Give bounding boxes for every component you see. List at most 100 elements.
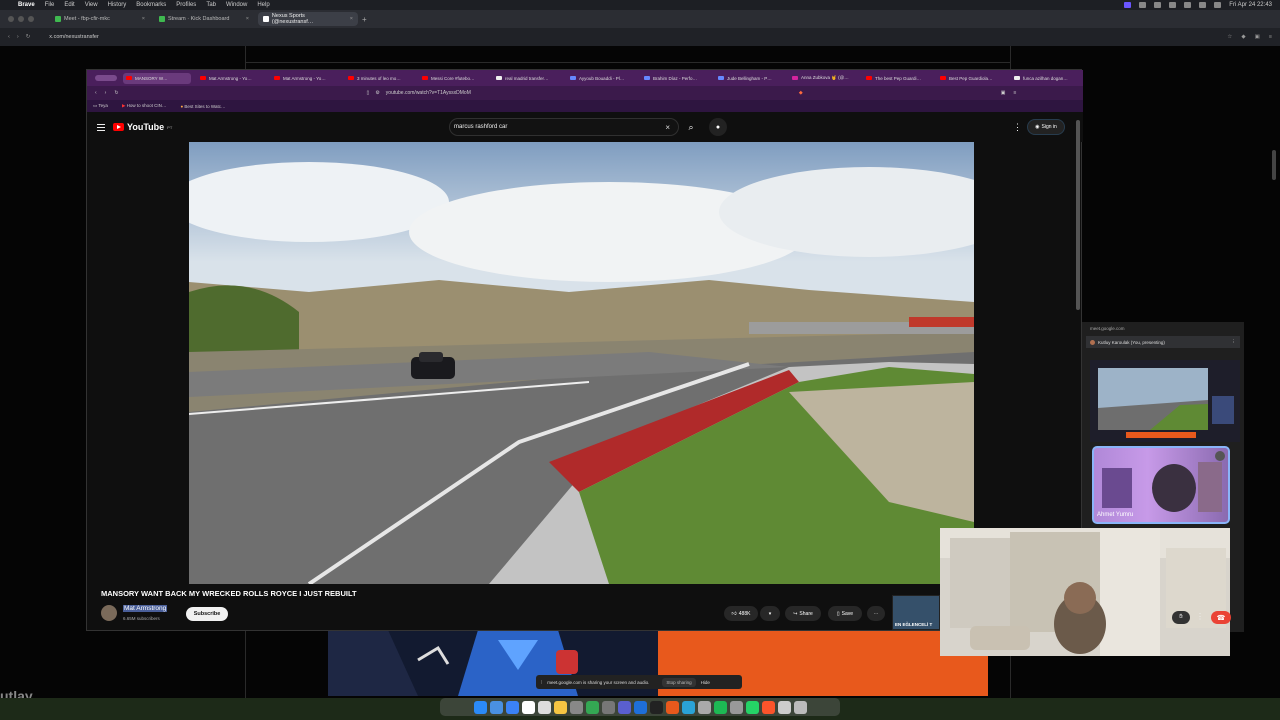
screen-share-icon[interactable]	[1124, 2, 1132, 8]
hide-button[interactable]: Hide	[701, 680, 710, 685]
menu-profiles[interactable]: Profiles	[176, 2, 196, 8]
menu-bookmarks[interactable]: Bookmarks	[136, 2, 166, 8]
brave-shield-icon[interactable]: ◆	[1241, 34, 1245, 40]
app-icon[interactable]	[697, 700, 711, 714]
search-icon[interactable]	[1199, 2, 1207, 8]
stop-sharing-button[interactable]: Stop sharing	[662, 677, 696, 687]
extensions-icon[interactable]: ▣	[1255, 34, 1260, 40]
contacts-icon[interactable]	[537, 700, 551, 714]
close-window-button[interactable]	[8, 16, 14, 22]
chrome-icon[interactable]	[585, 700, 599, 714]
address-bar[interactable]: x.com/nexustransfer	[49, 34, 99, 40]
inner-tab[interactable]: Mat Armstrong - Yo…	[271, 76, 339, 81]
inner-tab[interactable]: MANSORY W…	[123, 72, 191, 84]
site-info-icon[interactable]: ⚙	[375, 90, 379, 96]
more-options-icon[interactable]: ⋮	[1196, 612, 1204, 621]
dislike-button[interactable]: ▾	[760, 606, 780, 621]
reload-icon[interactable]: ↻	[114, 90, 118, 96]
inner-tab[interactable]: funca azilhan dogan…	[1011, 76, 1079, 81]
close-tab-icon[interactable]: ×	[246, 16, 249, 22]
extension-icon[interactable]	[1169, 2, 1177, 8]
forward-icon[interactable]: ›	[17, 34, 19, 40]
bookmark-icon[interactable]: ☆	[1227, 34, 1232, 40]
outer-tab-x[interactable]: Nexus Sports (@nexustransf… ×	[258, 12, 358, 26]
sidebar-icon[interactable]: ▣	[1001, 90, 1006, 96]
downloads-icon[interactable]	[777, 700, 791, 714]
menu-window[interactable]: Window	[226, 2, 247, 8]
control-center-icon[interactable]	[1214, 2, 1222, 8]
inner-tab[interactable]: The best Pep Guardi…	[863, 76, 931, 81]
search-input[interactable]: marcus rashford car ×	[449, 118, 679, 136]
calendar-icon[interactable]	[521, 700, 535, 714]
brave-icon[interactable]	[761, 700, 775, 714]
screen-preview[interactable]	[1090, 360, 1240, 442]
menu-edit[interactable]: Edit	[64, 2, 74, 8]
close-tab-icon[interactable]: ×	[350, 16, 353, 22]
menu-file[interactable]: File	[45, 2, 55, 8]
more-options-icon[interactable]: ⋮	[1232, 339, 1237, 345]
youtube-logo[interactable]: YouTube PT	[113, 122, 172, 132]
inner-tab[interactable]: Best Pep Guardiola…	[937, 76, 1005, 81]
teams-icon[interactable]	[617, 700, 631, 714]
url-text[interactable]: youtube.com/watch?v=T1AyssxDMoM	[386, 90, 471, 96]
bookmark-item[interactable]: ▭ Teya	[93, 103, 108, 109]
menu-history[interactable]: History	[108, 2, 127, 8]
menu-icon[interactable]: ≡	[1269, 34, 1272, 40]
inner-tab[interactable]: Ayyoub Bouaddi - Pl…	[567, 76, 635, 81]
bookmark-icon[interactable]: ▯	[367, 90, 370, 96]
subscribe-button[interactable]: Subscribe	[186, 607, 228, 621]
extension-icon[interactable]	[1139, 2, 1147, 8]
menu-tab[interactable]: Tab	[206, 2, 216, 8]
brave-icon[interactable]	[665, 700, 679, 714]
channel-name[interactable]: Mat Armstrong	[123, 605, 168, 612]
related-video-thumbnail[interactable]: EN EĞLENCELİ T	[892, 595, 940, 630]
brave-shield-icon[interactable]: ◆	[799, 90, 803, 96]
forward-icon[interactable]: ›	[105, 90, 107, 96]
whatsapp-icon[interactable]	[745, 700, 759, 714]
inner-tab[interactable]: Brahim Díaz - Perfo…	[641, 76, 709, 81]
vscode-icon[interactable]	[633, 700, 647, 714]
search-icon[interactable]: ⌕	[679, 118, 703, 136]
drag-handle-icon[interactable]: ⁞	[541, 680, 542, 685]
avatar[interactable]	[101, 605, 117, 621]
share-button[interactable]: ↪ Share	[785, 606, 821, 621]
wifi-icon[interactable]	[1184, 2, 1192, 8]
inner-address-bar[interactable]: ▯ ⚙ youtube.com/watch?v=T1AyssxDMoM	[367, 90, 471, 96]
trash-icon[interactable]	[793, 700, 807, 714]
menu-view[interactable]: View	[85, 2, 98, 8]
microphone-icon[interactable]: ●	[709, 118, 727, 136]
more-actions-button[interactable]: ⋯	[867, 606, 885, 621]
back-icon[interactable]: ‹	[95, 90, 97, 96]
terminal-icon[interactable]	[649, 700, 663, 714]
clock[interactable]: Fri Apr 24 22:43	[1229, 2, 1272, 8]
raise-hand-button[interactable]: ✋︎	[1172, 611, 1190, 624]
bookmark-item[interactable]: ● Best Sites to Watc…	[180, 104, 225, 109]
inner-tab[interactable]: Messi Core #futebo…	[419, 76, 487, 81]
reload-icon[interactable]: ↻	[26, 34, 31, 40]
spotify-icon[interactable]	[713, 700, 727, 714]
back-icon[interactable]: ‹	[8, 34, 10, 40]
outer-tab-kick[interactable]: Stream · Kick Dashboard ×	[154, 12, 254, 26]
scrollbar[interactable]	[1272, 150, 1276, 180]
bookmark-item[interactable]: ▶ How to shoot CIN…	[122, 103, 167, 109]
inner-tab[interactable]: 3 minutes of leo mo…	[345, 76, 413, 81]
extension-icon[interactable]	[1154, 2, 1162, 8]
end-call-button[interactable]: ☎︎	[1211, 611, 1231, 624]
app-icon[interactable]	[681, 700, 695, 714]
minimize-window-button[interactable]	[18, 16, 24, 22]
safari-icon[interactable]	[489, 700, 503, 714]
app-store-icon[interactable]	[505, 700, 519, 714]
window-controls[interactable]	[95, 75, 117, 81]
inner-tab[interactable]: Jude Bellingham - P…	[715, 76, 783, 81]
preview-icon[interactable]	[569, 700, 583, 714]
app-icon[interactable]	[729, 700, 743, 714]
system-settings-icon[interactable]	[601, 700, 615, 714]
save-button[interactable]: ▯ Save	[828, 606, 862, 621]
video-player[interactable]	[189, 142, 974, 584]
menu-app-name[interactable]: Brave	[18, 2, 35, 8]
finder-icon[interactable]	[473, 700, 487, 714]
new-tab-button[interactable]: +	[362, 15, 367, 24]
outer-tab-meet[interactable]: Meet - fbp-cfir-mkc ×	[50, 12, 150, 26]
more-options-icon[interactable]: ⋮	[1013, 122, 1022, 133]
sign-in-button[interactable]: ◉ Sign in	[1027, 119, 1065, 135]
